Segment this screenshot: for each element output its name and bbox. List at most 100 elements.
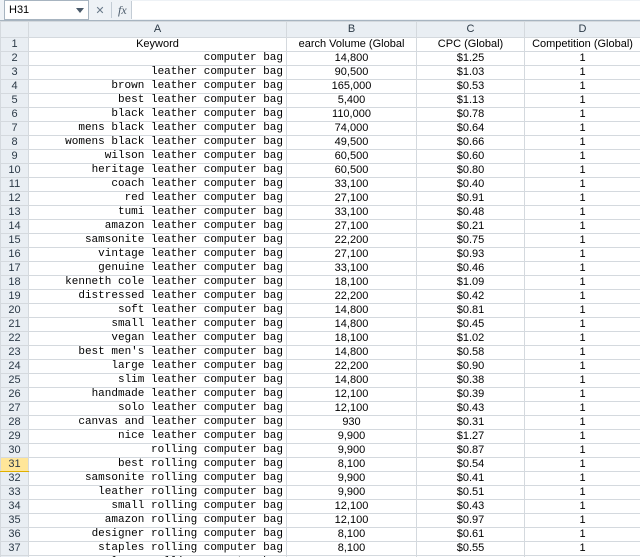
cancel-formula-button[interactable]: ✕	[91, 1, 109, 19]
cell[interactable]: rolling computer bag	[29, 444, 287, 458]
cell[interactable]: $0.60	[417, 150, 525, 164]
cell[interactable]: designer rolling computer bag	[29, 528, 287, 542]
cell[interactable]: 165,000	[287, 80, 417, 94]
cell[interactable]: 1	[525, 108, 640, 122]
row-header[interactable]: 29	[1, 430, 29, 444]
cell[interactable]: $1.03	[417, 66, 525, 80]
cell[interactable]: 12,100	[287, 514, 417, 528]
cell[interactable]: $0.40	[417, 178, 525, 192]
cell[interactable]: 12,100	[287, 402, 417, 416]
cell[interactable]: 1	[525, 318, 640, 332]
cell[interactable]: 1	[525, 220, 640, 234]
cell[interactable]: $0.91	[417, 192, 525, 206]
row-header[interactable]: 11	[1, 178, 29, 192]
row-header[interactable]: 34	[1, 500, 29, 514]
cell[interactable]: coach leather computer bag	[29, 178, 287, 192]
cell[interactable]: 74,000	[287, 122, 417, 136]
cell[interactable]: 1	[525, 388, 640, 402]
row-header[interactable]: 10	[1, 164, 29, 178]
cell[interactable]: 9,900	[287, 472, 417, 486]
row-header[interactable]: 14	[1, 220, 29, 234]
cell[interactable]: earch Volume (Global	[287, 38, 417, 52]
row-header[interactable]: 3	[1, 66, 29, 80]
cell[interactable]: womens black leather computer bag	[29, 136, 287, 150]
cell[interactable]: $0.46	[417, 262, 525, 276]
row-header[interactable]: 6	[1, 108, 29, 122]
col-header-A[interactable]: A	[29, 22, 287, 38]
cell[interactable]: 27,100	[287, 220, 417, 234]
cell[interactable]: 27,100	[287, 248, 417, 262]
row-header[interactable]: 17	[1, 262, 29, 276]
cell[interactable]: distressed leather computer bag	[29, 290, 287, 304]
cell[interactable]: 22,200	[287, 360, 417, 374]
col-header-D[interactable]: D	[525, 22, 640, 38]
cell[interactable]: black leather computer bag	[29, 108, 287, 122]
row-header[interactable]: 19	[1, 290, 29, 304]
cell[interactable]: 18,100	[287, 276, 417, 290]
row-header[interactable]: 13	[1, 206, 29, 220]
cell[interactable]: $0.43	[417, 402, 525, 416]
cell[interactable]: $0.75	[417, 234, 525, 248]
row-header[interactable]: 28	[1, 416, 29, 430]
cell[interactable]: 60,500	[287, 150, 417, 164]
cell[interactable]: 1	[525, 332, 640, 346]
cell[interactable]: $0.61	[417, 528, 525, 542]
row-header[interactable]: 5	[1, 94, 29, 108]
name-box[interactable]: H31	[4, 0, 89, 20]
cell[interactable]: vintage leather computer bag	[29, 248, 287, 262]
cell[interactable]: 8,100	[287, 458, 417, 472]
row-header[interactable]: 22	[1, 332, 29, 346]
cell[interactable]: $0.45	[417, 318, 525, 332]
formula-input[interactable]	[131, 1, 640, 19]
cell[interactable]: 1	[525, 94, 640, 108]
cell[interactable]: CPC (Global)	[417, 38, 525, 52]
cell[interactable]: 1	[525, 430, 640, 444]
cell[interactable]: 8,100	[287, 528, 417, 542]
cell[interactable]: $0.55	[417, 542, 525, 556]
cell[interactable]: 1	[525, 304, 640, 318]
row-header[interactable]: 36	[1, 528, 29, 542]
cell[interactable]: $0.51	[417, 486, 525, 500]
cell[interactable]: 1	[525, 248, 640, 262]
row-header[interactable]: 4	[1, 80, 29, 94]
row-header[interactable]: 31	[1, 458, 29, 472]
row-header[interactable]: 23	[1, 346, 29, 360]
chevron-down-icon[interactable]	[76, 8, 84, 13]
cell[interactable]: 1	[525, 402, 640, 416]
cell[interactable]: amazon leather computer bag	[29, 220, 287, 234]
cell[interactable]: 1	[525, 150, 640, 164]
cell[interactable]: $0.54	[417, 458, 525, 472]
cell[interactable]: wilson leather computer bag	[29, 150, 287, 164]
cell[interactable]: 1	[525, 528, 640, 542]
cell[interactable]: 1	[525, 164, 640, 178]
cell[interactable]: 12,100	[287, 500, 417, 514]
cell[interactable]: 1	[525, 290, 640, 304]
cell[interactable]: $0.31	[417, 416, 525, 430]
col-header-B[interactable]: B	[287, 22, 417, 38]
cell[interactable]: 22,200	[287, 234, 417, 248]
cell[interactable]: best men's leather computer bag	[29, 346, 287, 360]
cell[interactable]: 1	[525, 500, 640, 514]
cell[interactable]: 1	[525, 360, 640, 374]
cell[interactable]: slim leather computer bag	[29, 374, 287, 388]
cell[interactable]: 33,100	[287, 262, 417, 276]
cell[interactable]: vegan leather computer bag	[29, 332, 287, 346]
cell[interactable]: $0.42	[417, 290, 525, 304]
cell[interactable]: samsonite rolling computer bag	[29, 472, 287, 486]
row-header[interactable]: 1	[1, 38, 29, 52]
cell[interactable]: $1.13	[417, 94, 525, 108]
select-all-corner[interactable]	[1, 22, 29, 38]
cell[interactable]: kenneth cole leather computer bag	[29, 276, 287, 290]
cell[interactable]: best leather computer bag	[29, 94, 287, 108]
cell[interactable]: $0.78	[417, 108, 525, 122]
cell[interactable]: $0.64	[417, 122, 525, 136]
cell[interactable]: 1	[525, 122, 640, 136]
cell[interactable]: 14,800	[287, 52, 417, 66]
row-header[interactable]: 30	[1, 444, 29, 458]
cell[interactable]: 1	[525, 234, 640, 248]
cell[interactable]: $0.93	[417, 248, 525, 262]
cell[interactable]: 1	[525, 416, 640, 430]
row-header[interactable]: 12	[1, 192, 29, 206]
row-header[interactable]: 18	[1, 276, 29, 290]
cell[interactable]: 14,800	[287, 318, 417, 332]
